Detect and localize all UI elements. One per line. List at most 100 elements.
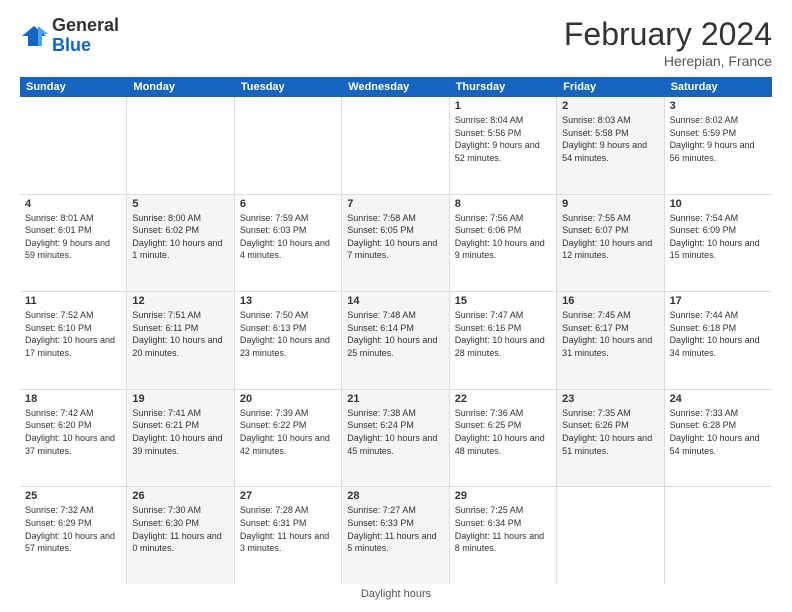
cal-header-day-monday: Monday [127, 77, 234, 97]
day-info: Sunrise: 7:38 AM Sunset: 6:24 PM Dayligh… [347, 407, 443, 457]
day-info: Sunrise: 7:59 AM Sunset: 6:03 PM Dayligh… [240, 212, 336, 262]
cal-cell-14: 14 Sunrise: 7:48 AM Sunset: 6:14 PM Dayli… [342, 292, 449, 389]
day-number: 14 [347, 295, 443, 307]
day-info: Sunrise: 8:03 AM Sunset: 5:58 PM Dayligh… [562, 114, 658, 164]
day-info: Sunrise: 7:41 AM Sunset: 6:21 PM Dayligh… [132, 407, 228, 457]
logo-blue: Blue [52, 36, 119, 56]
cal-header-day-sunday: Sunday [20, 77, 127, 97]
day-number: 22 [455, 393, 551, 405]
cal-cell-3: 3 Sunrise: 8:02 AM Sunset: 5:59 PM Daylig… [665, 97, 772, 194]
logo-text: General Blue [52, 16, 119, 56]
cal-cell-8: 8 Sunrise: 7:56 AM Sunset: 6:06 PM Daylig… [450, 195, 557, 292]
cal-week-4: 18Sunrise: 7:42 AM Sunset: 6:20 PM Dayli… [20, 390, 772, 488]
cal-cell-empty-0-1 [127, 97, 234, 194]
cal-cell-28: 28Sunrise: 7:27 AM Sunset: 6:33 PM Dayli… [342, 487, 449, 584]
day-info: Sunrise: 8:02 AM Sunset: 5:59 PM Dayligh… [670, 114, 767, 164]
day-info: Sunrise: 7:32 AM Sunset: 6:29 PM Dayligh… [25, 504, 121, 554]
footer: Daylight hours [20, 584, 772, 600]
day-number: 26 [132, 490, 228, 502]
day-number: 11 [25, 295, 121, 307]
day-number: 7 [347, 198, 443, 210]
day-number: 13 [240, 295, 336, 307]
day-number: 17 [670, 295, 767, 307]
cal-week-1: 1Sunrise: 8:04 AM Sunset: 5:56 PM Daylig… [20, 97, 772, 195]
calendar: SundayMondayTuesdayWednesdayThursdayFrid… [20, 77, 772, 584]
cal-cell-7: 7 Sunrise: 7:58 AM Sunset: 6:05 PM Daylig… [342, 195, 449, 292]
day-number: 10 [670, 198, 767, 210]
day-info: Sunrise: 7:27 AM Sunset: 6:33 PM Dayligh… [347, 504, 443, 554]
day-info: Sunrise: 7:50 AM Sunset: 6:13 PM Dayligh… [240, 309, 336, 359]
logo: General Blue [20, 16, 119, 56]
day-info: Sunrise: 7:44 AM Sunset: 6:18 PM Dayligh… [670, 309, 767, 359]
day-number: 8 [455, 198, 551, 210]
day-number: 27 [240, 490, 336, 502]
cal-cell-25: 25 Sunrise: 7:32 AM Sunset: 6:29 PM Dayli… [20, 487, 127, 584]
cal-cell-13: 13 Sunrise: 7:50 AM Sunset: 6:13 PM Dayli… [235, 292, 342, 389]
cal-week-3: 11 Sunrise: 7:52 AM Sunset: 6:10 PM Dayli… [20, 292, 772, 390]
day-number: 15 [455, 295, 551, 307]
cal-cell-5: 5 Sunrise: 8:00 AM Sunset: 6:02 PM Daylig… [127, 195, 234, 292]
cal-cell-12: 12Sunrise: 7:51 AM Sunset: 6:11 PM Dayli… [127, 292, 234, 389]
day-number: 12 [132, 295, 228, 307]
footer-text: Daylight hours [361, 588, 431, 600]
cal-cell-27: 27Sunrise: 7:28 AM Sunset: 6:31 PM Dayli… [235, 487, 342, 584]
day-info: Sunrise: 7:56 AM Sunset: 6:06 PM Dayligh… [455, 212, 551, 262]
cal-header-day-friday: Friday [557, 77, 664, 97]
day-number: 1 [455, 100, 551, 112]
cal-cell-21: 21Sunrise: 7:38 AM Sunset: 6:24 PM Dayli… [342, 390, 449, 487]
day-number: 29 [455, 490, 551, 502]
cal-cell-18: 18Sunrise: 7:42 AM Sunset: 6:20 PM Dayli… [20, 390, 127, 487]
cal-header-day-wednesday: Wednesday [342, 77, 449, 97]
subtitle: Herepian, France [564, 53, 772, 69]
cal-cell-23: 23Sunrise: 7:35 AM Sunset: 6:26 PM Dayli… [557, 390, 664, 487]
cal-header-day-tuesday: Tuesday [235, 77, 342, 97]
day-info: Sunrise: 7:52 AM Sunset: 6:10 PM Dayligh… [25, 309, 121, 359]
cal-cell-16: 16 Sunrise: 7:45 AM Sunset: 6:17 PM Dayli… [557, 292, 664, 389]
cal-cell-20: 20Sunrise: 7:39 AM Sunset: 6:22 PM Dayli… [235, 390, 342, 487]
cal-cell-11: 11 Sunrise: 7:52 AM Sunset: 6:10 PM Dayli… [20, 292, 127, 389]
day-number: 9 [562, 198, 658, 210]
header: General Blue February 2024 Herepian, Fra… [20, 16, 772, 69]
day-info: Sunrise: 8:00 AM Sunset: 6:02 PM Dayligh… [132, 212, 228, 262]
cal-cell-empty-4-5 [557, 487, 664, 584]
cal-header-day-thursday: Thursday [450, 77, 557, 97]
cal-week-2: 4 Sunrise: 8:01 AM Sunset: 6:01 PM Daylig… [20, 195, 772, 293]
day-info: Sunrise: 7:58 AM Sunset: 6:05 PM Dayligh… [347, 212, 443, 262]
day-info: Sunrise: 7:55 AM Sunset: 6:07 PM Dayligh… [562, 212, 658, 262]
day-info: Sunrise: 7:25 AM Sunset: 6:34 PM Dayligh… [455, 504, 551, 554]
day-info: Sunrise: 7:36 AM Sunset: 6:25 PM Dayligh… [455, 407, 551, 457]
day-info: Sunrise: 7:39 AM Sunset: 6:22 PM Dayligh… [240, 407, 336, 457]
day-number: 2 [562, 100, 658, 112]
day-info: Sunrise: 7:45 AM Sunset: 6:17 PM Dayligh… [562, 309, 658, 359]
cal-cell-empty-0-2 [235, 97, 342, 194]
day-number: 16 [562, 295, 658, 307]
day-info: Sunrise: 7:54 AM Sunset: 6:09 PM Dayligh… [670, 212, 767, 262]
cal-cell-4: 4 Sunrise: 8:01 AM Sunset: 6:01 PM Daylig… [20, 195, 127, 292]
day-number: 23 [562, 393, 658, 405]
day-info: Sunrise: 7:30 AM Sunset: 6:30 PM Dayligh… [132, 504, 228, 554]
cal-cell-22: 22 Sunrise: 7:36 AM Sunset: 6:25 PM Dayli… [450, 390, 557, 487]
day-number: 25 [25, 490, 121, 502]
day-number: 4 [25, 198, 121, 210]
cal-cell-17: 17 Sunrise: 7:44 AM Sunset: 6:18 PM Dayli… [665, 292, 772, 389]
day-number: 3 [670, 100, 767, 112]
day-info: Sunrise: 7:42 AM Sunset: 6:20 PM Dayligh… [25, 407, 121, 457]
day-number: 19 [132, 393, 228, 405]
cal-cell-15: 15 Sunrise: 7:47 AM Sunset: 6:16 PM Dayli… [450, 292, 557, 389]
cal-cell-29: 29 Sunrise: 7:25 AM Sunset: 6:34 PM Dayli… [450, 487, 557, 584]
main-title: February 2024 [564, 16, 772, 53]
day-number: 5 [132, 198, 228, 210]
cal-cell-empty-0-0 [20, 97, 127, 194]
day-info: Sunrise: 7:48 AM Sunset: 6:14 PM Dayligh… [347, 309, 443, 359]
cal-week-5: 25 Sunrise: 7:32 AM Sunset: 6:29 PM Dayli… [20, 487, 772, 584]
day-info: Sunrise: 7:47 AM Sunset: 6:16 PM Dayligh… [455, 309, 551, 359]
logo-general: General [52, 16, 119, 36]
cal-cell-6: 6Sunrise: 7:59 AM Sunset: 6:03 PM Daylig… [235, 195, 342, 292]
cal-cell-10: 10 Sunrise: 7:54 AM Sunset: 6:09 PM Dayli… [665, 195, 772, 292]
cal-header-day-saturday: Saturday [665, 77, 772, 97]
logo-icon [20, 22, 48, 50]
page: General Blue February 2024 Herepian, Fra… [0, 0, 792, 612]
day-info: Sunrise: 8:01 AM Sunset: 6:01 PM Dayligh… [25, 212, 121, 262]
cal-cell-1: 1Sunrise: 8:04 AM Sunset: 5:56 PM Daylig… [450, 97, 557, 194]
calendar-body: 1Sunrise: 8:04 AM Sunset: 5:56 PM Daylig… [20, 97, 772, 584]
